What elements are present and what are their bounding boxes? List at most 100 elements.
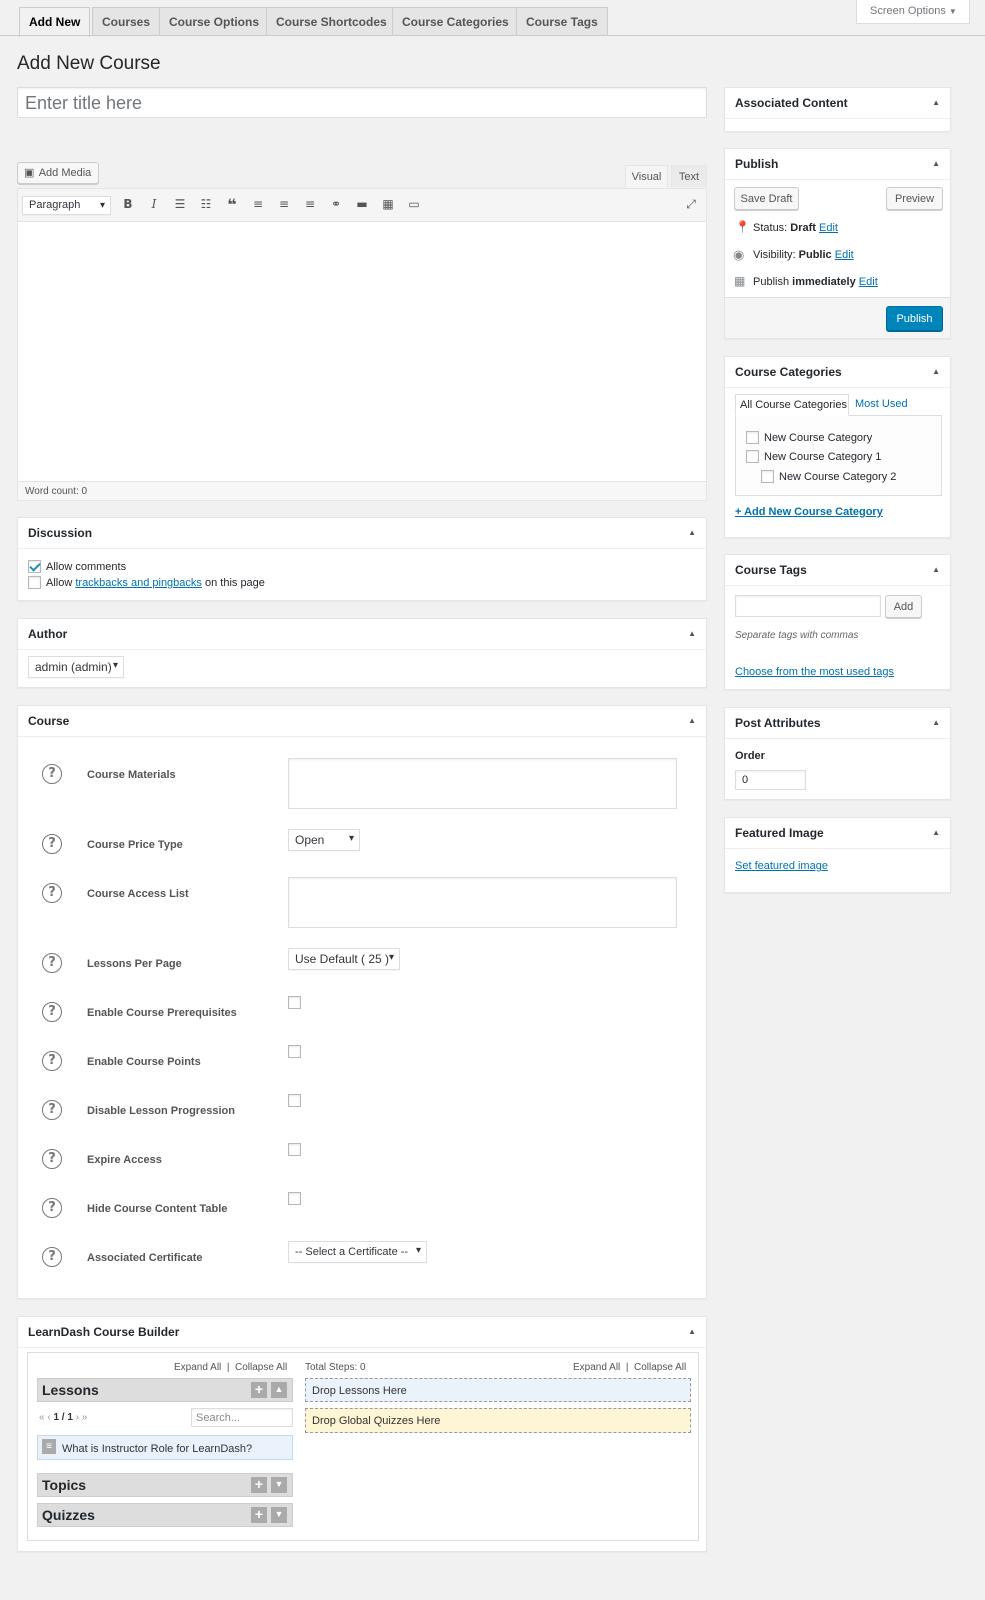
order-input[interactable]: 0 — [735, 770, 806, 790]
edit-status-link[interactable]: Edit — [819, 222, 838, 234]
category-checkbox[interactable] — [746, 431, 759, 444]
collapse-arrow-icon[interactable]: ▲ — [688, 629, 696, 638]
tab-add-new[interactable]: Add New — [19, 7, 91, 37]
add-icon[interactable]: + — [251, 1477, 267, 1493]
publish-button[interactable]: Publish — [886, 306, 943, 331]
expand-all-link[interactable]: Expand All — [174, 1362, 221, 1373]
toolbar-toggle-icon[interactable]: ▦ — [380, 197, 396, 211]
allow-comments-checkbox[interactable] — [28, 560, 41, 573]
tag-input[interactable] — [735, 595, 881, 617]
numbered-list-icon[interactable]: ☷ — [198, 197, 214, 211]
tab-course-options[interactable]: Course Options — [159, 7, 270, 36]
course-builder-title: LearnDash Course Builder — [18, 1317, 706, 1348]
help-icon[interactable]: ? — [42, 764, 62, 784]
course-access-list-textarea[interactable] — [288, 877, 677, 928]
help-icon[interactable]: ? — [42, 1100, 62, 1120]
author-select[interactable]: admin (admin) — [28, 656, 124, 678]
read-more-icon[interactable]: ▬ — [354, 197, 370, 211]
help-icon[interactable]: ? — [42, 1198, 62, 1218]
collapse-arrow-icon[interactable]: ▲ — [932, 828, 940, 837]
help-icon[interactable]: ? — [42, 1051, 62, 1071]
collapse-arrow-icon[interactable]: ▲ — [932, 565, 940, 574]
help-icon[interactable]: ? — [42, 953, 62, 973]
expire-access-checkbox[interactable] — [288, 1143, 301, 1156]
hide-content-table-checkbox[interactable] — [288, 1192, 301, 1205]
editor-content-area[interactable] — [18, 222, 706, 481]
align-left-icon[interactable]: ≡ — [250, 197, 266, 211]
tab-visual[interactable]: Visual — [625, 165, 668, 188]
course-materials-label: Course Materials — [87, 769, 176, 781]
collapse-arrow-icon[interactable]: ▲ — [932, 718, 940, 727]
category-checkbox[interactable] — [761, 470, 774, 483]
edit-date-link[interactable]: Edit — [859, 276, 878, 288]
align-right-icon[interactable]: ≡ — [302, 197, 318, 211]
help-icon[interactable]: ? — [42, 1002, 62, 1022]
tab-course-categories[interactable]: Course Categories — [392, 7, 519, 36]
tab-course-shortcodes[interactable]: Course Shortcodes — [266, 7, 397, 36]
collapse-arrow-icon[interactable]: ▲ — [932, 98, 940, 107]
save-draft-button[interactable]: Save Draft — [734, 187, 799, 210]
allow-trackbacks-checkbox[interactable] — [28, 576, 41, 589]
enable-points-checkbox[interactable] — [288, 1045, 301, 1058]
add-category-link[interactable]: + Add New Course Category — [735, 506, 883, 518]
collapse-arrow-icon[interactable]: ▲ — [688, 528, 696, 537]
lessons-per-page-select[interactable]: Use Default ( 25 ) — [288, 948, 400, 970]
link-icon[interactable]: ⚭ — [328, 197, 344, 211]
left-expand-collapse: Expand All | Collapse All — [174, 1362, 288, 1373]
align-center-icon[interactable]: ≡ — [276, 197, 292, 211]
title-placeholder: Enter title here — [25, 93, 143, 113]
blockquote-icon[interactable]: ❝ — [224, 195, 240, 214]
collapse-all-link[interactable]: Collapse All — [235, 1362, 287, 1373]
collapse-icon[interactable]: ▲ — [271, 1382, 287, 1398]
category-checkbox[interactable] — [746, 450, 759, 463]
italic-icon[interactable]: I — [146, 197, 162, 211]
help-icon[interactable]: ? — [42, 1247, 62, 1267]
add-icon[interactable]: + — [251, 1382, 267, 1398]
drop-lessons-zone[interactable]: Drop Lessons Here — [305, 1378, 691, 1402]
fullscreen-icon[interactable]: ⤢ — [683, 197, 699, 212]
expand-icon[interactable]: ▼ — [271, 1507, 287, 1523]
course-price-type-select[interactable]: Open — [288, 829, 360, 851]
tab-most-used[interactable]: Most Used — [855, 398, 908, 410]
certificate-select[interactable]: -- Select a Certificate -- — [288, 1241, 427, 1263]
collapse-all-link[interactable]: Collapse All — [634, 1362, 686, 1373]
add-icon[interactable]: + — [251, 1507, 267, 1523]
set-featured-image-link[interactable]: Set featured image — [735, 860, 828, 872]
bold-icon[interactable]: B — [120, 197, 136, 211]
tab-all-categories[interactable]: All Course Categories — [735, 394, 849, 416]
enable-prerequisites-checkbox[interactable] — [288, 996, 301, 1009]
slides-icon[interactable]: ▭ — [406, 197, 422, 211]
lesson-list-item[interactable]: ≡ What is Instructor Role for LearnDash? — [37, 1435, 293, 1460]
choose-tags-link[interactable]: Choose from the most used tags — [735, 666, 894, 678]
add-media-button[interactable]: ▣ Add Media — [17, 162, 99, 184]
expand-icon[interactable]: ▼ — [271, 1477, 287, 1493]
add-tag-button[interactable]: Add — [885, 595, 922, 618]
collapse-arrow-icon[interactable]: ▲ — [688, 1327, 696, 1336]
lesson-icon: ≡ — [42, 1439, 56, 1454]
disable-progression-checkbox[interactable] — [288, 1094, 301, 1107]
bullet-list-icon[interactable]: ☰ — [172, 197, 188, 211]
trackbacks-link[interactable]: trackbacks and pingbacks — [75, 577, 202, 589]
preview-button[interactable]: Preview — [886, 187, 943, 210]
edit-visibility-link[interactable]: Edit — [835, 249, 854, 261]
screen-options-button[interactable]: Screen Options ▼ — [856, 0, 970, 24]
help-icon[interactable]: ? — [42, 834, 62, 854]
collapse-arrow-icon[interactable]: ▲ — [688, 716, 696, 725]
tab-text[interactable]: Text — [671, 165, 707, 187]
title-input[interactable]: Enter title here — [17, 87, 707, 118]
format-select[interactable]: Paragraph — [22, 196, 111, 215]
collapse-arrow-icon[interactable]: ▲ — [932, 159, 940, 168]
tab-course-tags[interactable]: Course Tags — [516, 7, 608, 36]
lesson-search-input[interactable]: Search... — [191, 1408, 293, 1427]
drop-quizzes-zone[interactable]: Drop Global Quizzes Here — [305, 1408, 691, 1433]
expand-all-link[interactable]: Expand All — [573, 1362, 620, 1373]
collapse-arrow-icon[interactable]: ▲ — [932, 367, 940, 376]
course-materials-textarea[interactable] — [288, 758, 677, 809]
help-icon[interactable]: ? — [42, 883, 62, 903]
help-icon[interactable]: ? — [42, 1149, 62, 1169]
tab-courses[interactable]: Courses — [92, 7, 161, 36]
order-label: Order — [735, 750, 765, 762]
tags-title: Course Tags — [725, 555, 950, 586]
course-box: Course ▲ ? Course Materials ? Course Pri… — [17, 705, 707, 1299]
allow-trackbacks-label: Allow trackbacks and pingbacks on this p… — [46, 577, 265, 589]
